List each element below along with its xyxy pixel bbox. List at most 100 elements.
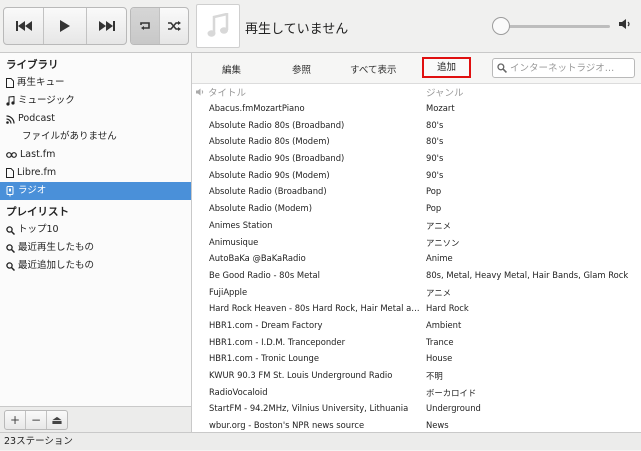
sidebar-item-top10[interactable]: トップ10	[0, 221, 191, 239]
edit-button[interactable]: 編集	[222, 62, 241, 76]
station-genre: アニメ	[426, 220, 451, 231]
shuffle-button[interactable]	[160, 8, 188, 44]
table-row[interactable]: Animusique アニソン	[192, 234, 641, 251]
station-title: Be Good Radio - 80s Metal	[209, 269, 320, 280]
previous-button[interactable]	[4, 8, 44, 44]
lastfm-icon	[6, 152, 17, 158]
add-playlist-button[interactable]: +	[5, 411, 26, 429]
search-icon	[6, 225, 15, 235]
now-playing-label: 再生していません	[245, 22, 349, 37]
search-input[interactable]	[510, 62, 628, 74]
sidebar-item-queue[interactable]: 再生キュー	[0, 74, 191, 92]
title-column-header[interactable]: タイトル	[196, 85, 246, 99]
sidebar-item-recently-played[interactable]: 最近再生したもの	[0, 239, 191, 257]
genre-column-header[interactable]: ジャンル	[426, 85, 464, 99]
sidebar-item-librefm[interactable]: Libre.fm	[0, 164, 191, 182]
station-title: Absolute Radio 90s (Modem)	[209, 169, 330, 180]
station-genre: House	[426, 353, 453, 364]
station-title: Animes Station	[209, 219, 273, 230]
station-genre: Pop	[426, 203, 442, 214]
table-row[interactable]: Abacus.fmMozartPiano Mozart	[192, 100, 641, 117]
remove-playlist-button[interactable]: −	[26, 411, 47, 429]
show-all-button[interactable]: すべて表示	[350, 62, 396, 76]
seek-slider-track[interactable]	[495, 25, 610, 28]
sidebar-item-label: ラジオ	[18, 185, 47, 196]
station-list: Abacus.fmMozartPiano Mozart Absolute Radio…	[192, 100, 641, 434]
playlist-heading: プレイリスト	[6, 206, 69, 218]
station-genre: 80s, Metal, Heavy Metal, Hair Bands, Gla…	[426, 269, 629, 280]
station-title: Absolute Radio 90s (Broadband)	[209, 153, 345, 164]
status-bar: 23ステーション	[0, 432, 641, 450]
station-title: Absolute Radio (Modem)	[209, 203, 312, 214]
table-row[interactable]: KWUR 90.3 FM St. Louis Underground Radio…	[192, 367, 641, 384]
play-icon	[60, 20, 70, 32]
table-row[interactable]: Absolute Radio 90s (Modem) 90's	[192, 167, 641, 184]
table-row[interactable]: RadioVocaloid ボーカロイド	[192, 384, 641, 401]
station-genre: Pop	[426, 186, 442, 197]
station-title: Animusique	[209, 236, 259, 247]
sidebar-item-label: ミュージック	[18, 95, 75, 106]
table-row[interactable]: HBR1.com - I.D.M. Tranceponder Trance	[192, 334, 641, 351]
station-title: Absolute Radio 80s (Modem)	[209, 136, 330, 147]
station-title: Absolute Radio 80s (Broadband)	[209, 119, 345, 130]
search-icon	[6, 243, 15, 253]
volume-button[interactable]	[619, 18, 633, 33]
table-row[interactable]: FujiApple アニメ	[192, 284, 641, 301]
table-row[interactable]: Absolute Radio 80s (Modem) 80's	[192, 133, 641, 150]
station-title: KWUR 90.3 FM St. Louis Underground Radio	[209, 370, 393, 380]
table-row[interactable]: Be Good Radio - 80s Metal 80s, Metal, Hea…	[192, 267, 641, 284]
sidebar-actions: + − ⏏	[0, 406, 192, 433]
document-icon	[6, 168, 14, 178]
station-title: StartFM - 94.2MHz, Vilnius University, L…	[209, 403, 409, 414]
station-title: Absolute Radio (Broadband)	[209, 186, 327, 197]
mode-controls	[130, 7, 189, 45]
station-genre: ボーカロイド	[426, 387, 477, 398]
station-genre: アニソン	[426, 237, 460, 248]
station-genre: Anime	[426, 253, 453, 264]
sidebar-item-label: 最近再生したもの	[18, 242, 95, 253]
sidebar-item-label: ファイルがありません	[22, 131, 117, 142]
music-note-icon	[207, 13, 229, 37]
table-header: タイトル ジャンル	[192, 84, 641, 99]
search-field[interactable]	[492, 58, 635, 78]
sidebar-item-lastfm[interactable]: Last.fm	[0, 146, 191, 164]
table-row[interactable]: Absolute Radio 90s (Broadband) 90's	[192, 150, 641, 167]
station-title: HBR1.com - I.D.M. Tranceponder	[209, 336, 346, 347]
station-title: Abacus.fmMozartPiano	[209, 103, 305, 113]
station-title: Hard Rock Heaven - 80s Hard Rock, Hair M…	[209, 303, 421, 314]
table-row[interactable]: HBR1.com - Dream Factory Ambient	[192, 317, 641, 334]
sidebar-item-radio[interactable]: ラジオ	[0, 182, 191, 200]
volume-icon	[619, 19, 630, 29]
table-row[interactable]: StartFM - 94.2MHz, Vilnius University, L…	[192, 400, 641, 417]
sidebar-item-music[interactable]: ミュージック	[0, 92, 191, 110]
document-icon	[6, 78, 14, 88]
table-row[interactable]: Absolute Radio (Modem) Pop	[192, 200, 641, 217]
station-title: HBR1.com - Dream Factory	[209, 319, 323, 330]
previous-icon	[15, 21, 32, 31]
next-button[interactable]	[87, 8, 126, 44]
add-button[interactable]: 追加	[422, 57, 471, 78]
seek-slider-handle[interactable]	[492, 17, 510, 35]
sidebar-item-podcast[interactable]: Podcast	[0, 110, 191, 128]
table-row[interactable]: Absolute Radio (Broadband) Pop	[192, 183, 641, 200]
play-button[interactable]	[44, 8, 87, 44]
eject-button[interactable]: ⏏	[47, 411, 67, 429]
sidebar-item-label: Podcast	[18, 113, 55, 124]
station-genre: Ambient	[426, 319, 462, 330]
search-icon	[6, 261, 15, 271]
table-row[interactable]: Hard Rock Heaven - 80s Hard Rock, Hair M…	[192, 300, 641, 317]
table-row[interactable]: Absolute Radio 80s (Broadband) 80's	[192, 117, 641, 134]
repeat-button[interactable]	[131, 8, 160, 44]
station-title: wbur.org - Boston's NPR news source	[209, 420, 365, 431]
sidebar-item-recently-added[interactable]: 最近追加したもの	[0, 257, 191, 275]
album-art	[196, 4, 240, 48]
table-row[interactable]: AutoBaKa @BaKaRadio Anime	[192, 250, 641, 267]
station-genre: 90's	[426, 153, 444, 164]
station-genre: 80's	[426, 119, 444, 130]
table-row[interactable]: Animes Station アニメ	[192, 217, 641, 234]
playback-controls	[3, 7, 127, 45]
rss-icon	[6, 114, 15, 124]
table-row[interactable]: HBR1.com - Tronic Lounge House	[192, 350, 641, 367]
browse-button[interactable]: 参照	[292, 62, 311, 76]
speaker-icon	[196, 88, 204, 96]
